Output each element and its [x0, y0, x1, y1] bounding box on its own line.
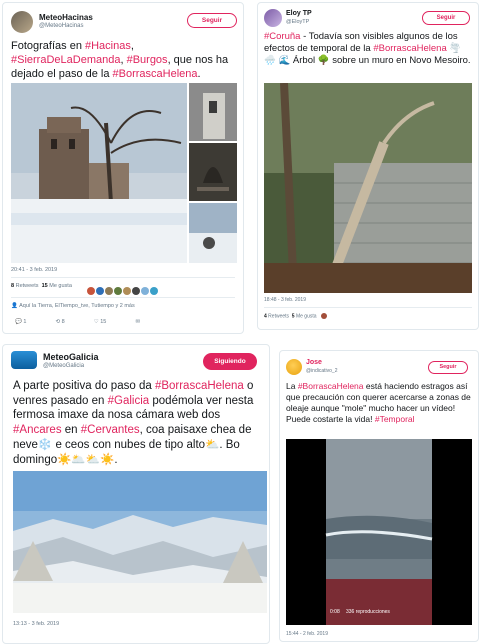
tweet-photo-4[interactable]	[189, 203, 237, 263]
tweet-text-segment: ,	[130, 40, 134, 52]
author-name[interactable]: Jose	[306, 359, 322, 366]
hashtag-link[interactable]: #Ancares	[13, 424, 62, 436]
hashtag-link[interactable]: #SierraDeLaDemanda	[11, 54, 120, 66]
avatar[interactable]	[11, 11, 33, 33]
tweet-text: A parte positiva do paso da #BorrascaHel…	[13, 379, 265, 467]
retweet-count: 8	[61, 319, 65, 325]
hashtag-link[interactable]: #Burgos	[127, 54, 168, 66]
action-bar: 💬 1 ⟲ 8 ♡ 15 ✉	[15, 319, 140, 325]
hashtag-link[interactable]: #BorrascaHelena	[113, 68, 198, 80]
hashtag-link[interactable]: #BorrascaHelena	[373, 43, 446, 54]
tweet-photo[interactable]	[264, 83, 472, 293]
reply-count: 1	[23, 319, 27, 325]
tweet-text-segment: Fotografías en	[11, 40, 85, 52]
tweet-stats: 4 Retweets 5 Me gusta	[264, 313, 328, 319]
avatar[interactable]	[264, 9, 282, 27]
reply-icon[interactable]: 💬	[15, 319, 22, 325]
heart-icon[interactable]: ♡	[94, 319, 99, 325]
video-duration: 0:08	[330, 609, 340, 615]
tweet-text-segment: .	[197, 68, 201, 81]
tweet-photo-main[interactable]	[11, 83, 187, 263]
hashtag-link[interactable]: #Galicia	[108, 395, 150, 407]
avatar[interactable]	[11, 351, 37, 369]
tweet-stats: 8 Retweets 15 Me gusta	[11, 283, 72, 289]
hashtag-link[interactable]: #Temporal	[375, 414, 415, 424]
tweet-photo[interactable]	[13, 471, 267, 613]
author-name[interactable]: Eloy TP	[286, 10, 312, 17]
likes-count[interactable]: 15	[42, 283, 48, 289]
avatar[interactable]	[286, 359, 302, 375]
location-text[interactable]: Aquí la Tierra, ElTiempo_tve, Tutiempo y…	[19, 303, 135, 309]
retweets-label[interactable]: Retweets	[16, 283, 39, 289]
tweet-photo-2[interactable]	[189, 83, 237, 141]
author-handle[interactable]: @MeteoGalicia	[43, 363, 84, 369]
tweet-timestamp[interactable]: 18:48 - 3 feb. 2019	[264, 297, 306, 303]
hashtag-link[interactable]: #Coruña	[264, 31, 300, 42]
author-handle[interactable]: @MeteoHacinas	[39, 23, 83, 29]
tweet-card-3[interactable]: MeteoGalicia @MeteoGalicia Siguiendo A p…	[2, 344, 270, 644]
tweet-card-2[interactable]: Eloy TP @EloyTP Seguir #Coruña - Todavía…	[257, 2, 479, 330]
hashtag-link[interactable]: #BorrascaHelena	[155, 380, 244, 392]
tweet-card-4[interactable]: Jose @indicativo_2 Seguir La #BorrascaHe…	[279, 350, 479, 642]
tweet-video[interactable]: 0:08 336 reproducciones	[286, 439, 472, 625]
tweet-timestamp[interactable]: 13:13 - 3 feb. 2019	[13, 621, 59, 627]
tweet-text: Fotografías en #Hacinas, #SierraDeLaDema…	[11, 39, 237, 81]
tweet-timestamp[interactable]: 15:44 - 2 feb. 2019	[286, 631, 328, 637]
follow-button[interactable]: Seguir	[422, 11, 470, 25]
tweet-card-1[interactable]: MeteoHacinas @MeteoHacinas Seguir Fotogr…	[2, 2, 244, 334]
follow-button[interactable]: Seguir	[187, 13, 237, 28]
likes-label[interactable]: Me gusta	[296, 313, 317, 319]
message-icon[interactable]: ✉	[135, 319, 140, 325]
author-name[interactable]: MeteoHacinas	[39, 13, 93, 22]
hashtag-link[interactable]: #BorrascaHelena	[298, 381, 364, 391]
retweets-label[interactable]: Retweets	[268, 313, 289, 319]
retweets-count[interactable]: 8	[11, 283, 14, 289]
likes-count[interactable]: 5	[292, 313, 295, 319]
following-button[interactable]: Siguiendo	[203, 353, 257, 370]
author-handle[interactable]: @EloyTP	[286, 19, 309, 25]
tweet-text-segment: La	[286, 381, 298, 391]
hashtag-link[interactable]: #Hacinas	[85, 40, 131, 52]
location-line: 👤 Aquí la Tierra, ElTiempo_tve, Tutiempo…	[11, 303, 135, 309]
tweet-timestamp[interactable]: 20:41 - 3 feb. 2019	[11, 267, 57, 273]
tweet-photo-3[interactable]	[189, 143, 237, 201]
tweet-text: La #BorrascaHelena está haciendo estrago…	[286, 381, 474, 425]
tweet-text: #Coruña - Todavía son visibles algunos d…	[264, 31, 474, 67]
likes-label[interactable]: Me gusta	[49, 283, 72, 289]
author-name[interactable]: MeteoGalicia	[43, 352, 99, 362]
hashtag-link[interactable]: #Cervantes	[81, 424, 140, 436]
retweets-count[interactable]: 4	[264, 313, 267, 319]
like-count: 15	[100, 319, 107, 325]
retweet-icon[interactable]: ⟲	[56, 319, 61, 325]
author-handle[interactable]: @indicativo_2	[306, 368, 337, 374]
follow-button[interactable]: Seguir	[428, 361, 468, 374]
tweet-text-segment: en	[61, 424, 81, 437]
tweet-text-segment: A parte positiva do paso da	[13, 380, 155, 392]
liker-avatar[interactable]	[320, 313, 327, 319]
video-views: 336 reproducciones	[346, 609, 390, 615]
location-icon: 👤	[11, 303, 18, 309]
